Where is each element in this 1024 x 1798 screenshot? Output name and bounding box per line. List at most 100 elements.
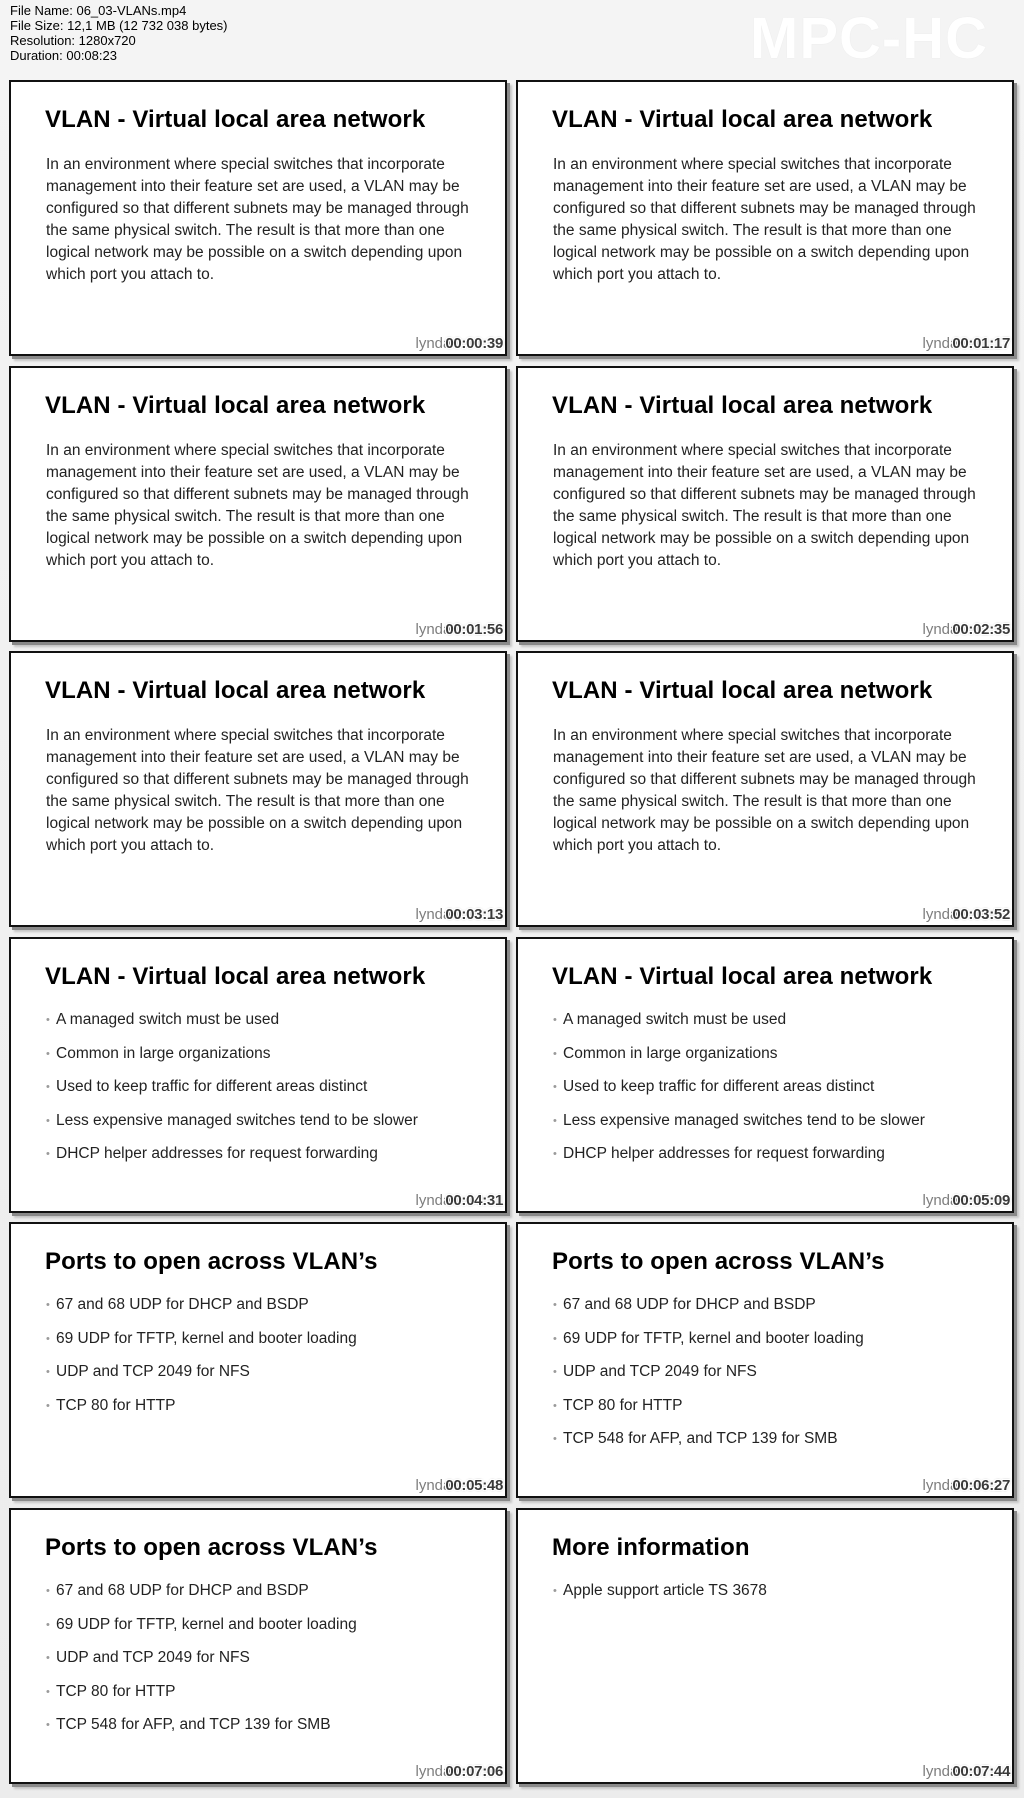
slide-title: VLAN - Virtual local area network [45,677,426,704]
slide-paragraph: In an environment where special switches… [46,156,469,283]
video-thumbnail: Ports to open across VLAN’s • 67 and 68 UD… [516,1222,1014,1498]
video-thumbnail: VLAN - Virtual local area network • A mana… [516,937,1014,1213]
video-thumbnail: VLAN - Virtual local area network In an e… [516,651,1014,927]
bullet-text: 69 UDP for TFTP, kernel and booter loadi… [563,1329,864,1347]
bullet-text: TCP 548 for AFP, and TCP 139 for SMB [56,1716,331,1733]
timestamp-overlay: lynda00:03:52 [922,906,1010,924]
bullet-icon: • [553,1366,557,1378]
video-thumbnail: Ports to open across VLAN’s • 67 and 68 UD… [9,1508,507,1784]
bullet-item: • DHCP helper addresses for request forwa… [46,1143,418,1177]
bullet-item: • Less expensive managed switches tend to… [553,1110,925,1144]
timestamp-label: 00:04:31 [445,1192,503,1209]
video-thumbnail: VLAN - Virtual local area network In an e… [516,366,1014,642]
slide-title: VLAN - Virtual local area network [45,106,426,133]
timestamp-label: 00:01:17 [952,335,1010,352]
timestamp-overlay: lynda00:05:48 [415,1477,503,1495]
slide-bullet-list: • A managed switch must be used • Common in… [46,1009,418,1177]
timestamp-overlay: lynda00:02:35 [922,621,1010,639]
bullet-item: • UDP and TCP 2049 for NFS [46,1361,357,1395]
slide-title: Ports to open across VLAN’s [45,1248,378,1275]
bullet-item: • TCP 548 for AFP, and TCP 139 for SMB [46,1714,357,1748]
timestamp-overlay: lynda00:00:39 [415,335,503,353]
bullet-item: • 69 UDP for TFTP, kernel and booter load… [46,1614,357,1648]
slide-paragraph: In an environment where special switches… [553,156,976,283]
slide-title: VLAN - Virtual local area network [45,963,426,990]
timestamp-overlay: lynda00:03:13 [415,906,503,924]
video-thumbnail: VLAN - Virtual local area network In an e… [516,80,1014,356]
bullet-icon: • [553,1585,557,1597]
bullet-icon: • [46,1399,50,1412]
bullet-item: • TCP 80 for HTTP [46,1681,357,1715]
bullet-icon: • [46,1652,50,1664]
video-thumbnail: VLAN - Virtual local area network In an e… [9,80,507,356]
timestamp-overlay: lynda00:04:31 [415,1192,503,1210]
slide-title: VLAN - Virtual local area network [45,392,426,419]
timestamp-overlay: lynda00:01:56 [415,621,503,639]
bullet-item: • A managed switch must be used [46,1009,418,1043]
slide-title: More information [552,1534,750,1561]
video-thumbnail: VLAN - Virtual local area network • A mana… [9,937,507,1213]
bullet-icon: • [46,1585,50,1597]
bullet-text: A managed switch must be used [563,1011,787,1028]
bullet-item: • Common in large organizations [46,1043,418,1077]
bullet-text: TCP 80 for HTTP [56,1682,176,1700]
slide-bullet-list: • 67 and 68 UDP for DHCP and BSDP • 69 UDP … [46,1580,357,1748]
bullet-text: TCP 548 for AFP, and TCP 139 for SMB [563,1430,838,1447]
bullet-icon: • [46,1047,50,1060]
bullet-item: • TCP 80 for HTTP [46,1395,357,1429]
slide-paragraph: In an environment where special switches… [46,727,469,854]
slide-title: VLAN - Virtual local area network [552,392,933,419]
timestamp-label: 00:01:56 [445,621,503,638]
slide-title: Ports to open across VLAN’s [552,1248,885,1275]
bullet-icon: • [46,1366,50,1378]
slide-title: VLAN - Virtual local area network [552,677,933,704]
bullet-text: Less expensive managed switches tend to … [56,1111,418,1129]
bullet-item: • 67 and 68 UDP for DHCP and BSDP [553,1294,864,1328]
bullet-icon: • [553,1332,557,1345]
bullet-text: Used to keep traffic for different areas… [56,1078,368,1095]
bullet-item: • A managed switch must be used [553,1009,925,1043]
bullet-text: Less expensive managed switches tend to … [563,1111,925,1129]
bullet-item: • Used to keep traffic for different area… [46,1076,418,1110]
bullet-item: • TCP 548 for AFP, and TCP 139 for SMB [553,1428,864,1462]
bullet-icon: • [46,1685,50,1698]
bullet-text: Common in large organizations [56,1044,271,1062]
timestamp-label: 00:06:27 [952,1477,1010,1494]
video-thumbnail: Ports to open across VLAN’s • 67 and 68 UD… [9,1222,507,1498]
bullet-icon: • [553,1148,557,1160]
bullet-item: • DHCP helper addresses for request forwa… [553,1143,925,1177]
bullet-text: 67 and 68 UDP for DHCP and BSDP [56,1582,309,1599]
bullet-text: DHCP helper addresses for request forwar… [563,1145,885,1162]
bullet-icon: • [46,1618,50,1631]
bullet-icon: • [46,1081,50,1093]
timestamp-label: 00:00:39 [445,335,503,352]
bullet-icon: • [46,1014,50,1026]
slide-paragraph: In an environment where special switches… [553,727,976,854]
bullet-item: • Used to keep traffic for different area… [553,1076,925,1110]
slide-title: VLAN - Virtual local area network [552,106,933,133]
bullet-item: • 67 and 68 UDP for DHCP and BSDP [46,1294,357,1328]
bullet-icon: • [553,1114,557,1127]
bullet-text: TCP 80 for HTTP [563,1396,683,1414]
bullet-text: 69 UDP for TFTP, kernel and booter loadi… [56,1615,357,1633]
bullet-item: • Common in large organizations [553,1043,925,1077]
bullet-text: 67 and 68 UDP for DHCP and BSDP [56,1296,309,1313]
slide-bullet-list: • Apple support article TS 3678 [553,1580,767,1614]
slide-bullet-list: • 67 and 68 UDP for DHCP and BSDP • 69 UDP … [553,1294,864,1462]
bullet-icon: • [46,1114,50,1127]
bullet-icon: • [553,1081,557,1093]
bullet-text: Apple support article TS 3678 [563,1582,767,1599]
bullet-item: • UDP and TCP 2049 for NFS [553,1361,864,1395]
video-thumbnail: VLAN - Virtual local area network In an e… [9,651,507,927]
timestamp-label: 00:07:44 [952,1763,1010,1780]
bullet-item: • Apple support article TS 3678 [553,1580,767,1614]
bullet-item: • 67 and 68 UDP for DHCP and BSDP [46,1580,357,1614]
timestamp-label: 00:05:09 [952,1192,1010,1209]
bullet-text: Used to keep traffic for different areas… [563,1078,875,1095]
video-thumbnail: More information • Apple support article T… [516,1508,1014,1784]
timestamp-label: 00:02:35 [952,621,1010,638]
bullet-text: UDP and TCP 2049 for NFS [56,1649,250,1666]
video-thumbnail: VLAN - Virtual local area network In an e… [9,366,507,642]
bullet-icon: • [46,1148,50,1160]
slide-title: VLAN - Virtual local area network [552,963,933,990]
